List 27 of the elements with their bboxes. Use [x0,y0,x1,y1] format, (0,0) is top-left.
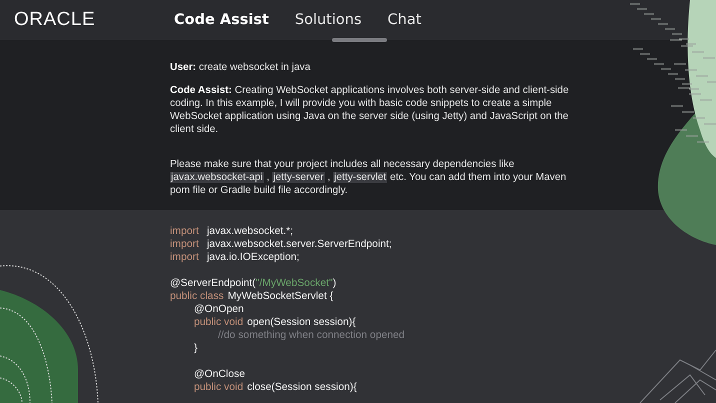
code-keyword: import [170,251,200,264]
nav-link[interactable]: Code Assist [174,12,269,28]
code-keyword: import [170,225,200,238]
code-text: ) [332,277,336,290]
chat-message: Code Assist: Creating WebSocket applications involves both server-side and client-side coding. In this example, I will provide you with basic code snippets to create a simple WebSocket application using Java on the server side (using Jetty) and JavaScript on the client side. [170,84,570,136]
code-comment: //do something when connection opened [218,329,405,342]
code-string: "/MyWebSocket" [256,277,333,290]
code-text: close(Session session){ [247,381,357,394]
code-keyword: public void [194,316,244,329]
code-keyword: public class [170,290,224,303]
code-text: } [194,342,198,355]
code-text: javax.websocket.*; [207,225,294,238]
code-text: javax.websocket.server.ServerEndpoint; [207,238,392,251]
code-keyword: import [170,238,200,251]
nav-link[interactable]: Chat [388,12,422,28]
code-text: @ServerEndpoint( [170,277,256,290]
chat-message: User: create websocket in java [170,61,312,74]
code-text: java.io.IOException; [207,251,300,264]
code-text: @OnOpen [194,303,244,316]
oracle-logo[interactable]: ORACLE [14,9,174,31]
nav-link[interactable]: Solutions [294,12,362,28]
code-text: open(Session session){ [247,316,356,329]
code-text: MyWebSocketServlet { [228,290,334,303]
code-keyword: public void [194,381,244,394]
code-text: @OnClose [194,368,245,381]
chat-message: Please make sure that your project includes all necessary dependencies like javax.websocket-api , jetty-server , jetty-servlet etc. You can add them into your Maven pom file or Gradle build file accordingly. [170,158,568,197]
scroll-handle[interactable] [332,38,387,42]
